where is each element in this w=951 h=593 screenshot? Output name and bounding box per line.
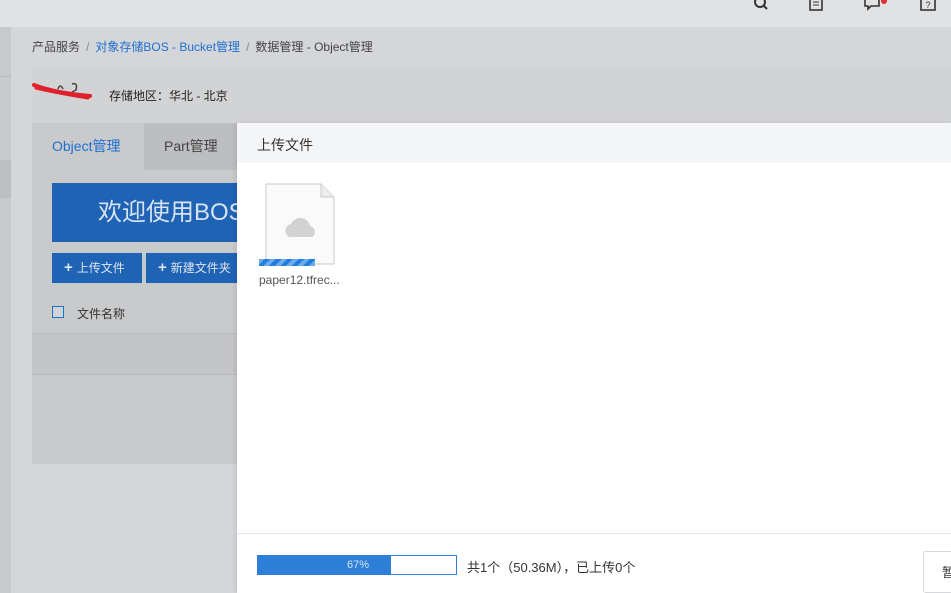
uploading-file-name: paper12.tfrec... xyxy=(259,273,340,287)
column-header-file-name: 文件名称 xyxy=(77,307,126,321)
upload-file-label: 上传文件 xyxy=(76,261,125,275)
redaction-mark xyxy=(32,80,94,102)
sidebar-item[interactable] xyxy=(0,160,11,198)
breadcrumb-separator: / xyxy=(246,40,250,54)
table-row[interactable] xyxy=(32,334,237,374)
left-sidebar xyxy=(0,27,11,593)
upload-dialog-title: 上传文件 xyxy=(257,137,313,153)
welcome-banner: 欢迎使用BOS xyxy=(52,183,237,242)
help-icon[interactable]: ? xyxy=(919,0,937,14)
select-all-checkbox[interactable] xyxy=(52,306,64,318)
file-thumbnail[interactable] xyxy=(265,183,335,265)
document-icon[interactable] xyxy=(807,0,825,14)
new-folder-button[interactable]: + 新建文件夹 xyxy=(146,253,237,283)
pause-button[interactable]: 暂 xyxy=(923,551,951,593)
total-upload-progress: 67% xyxy=(257,555,457,575)
breadcrumb-item-product-services[interactable]: 产品服务 xyxy=(32,40,80,54)
tab-part-management[interactable]: Part管理 xyxy=(144,123,237,170)
storage-region-label: 存储地区：华北 - 北京 xyxy=(109,89,228,103)
plus-icon: + xyxy=(64,259,73,276)
breadcrumb-separator: / xyxy=(86,40,90,54)
upload-file-button[interactable]: + 上传文件 xyxy=(52,253,142,283)
breadcrumb-item-bucket-management[interactable]: 对象存储BOS - Bucket管理 xyxy=(95,40,240,54)
breadcrumb-item-object-management: 数据管理 - Object管理 xyxy=(255,40,373,54)
file-upload-progress-bar xyxy=(259,259,315,266)
tab-object-management[interactable]: Object管理 xyxy=(32,123,144,170)
upload-dialog xyxy=(237,123,951,593)
message-icon[interactable] xyxy=(863,0,881,14)
plus-icon: + xyxy=(158,259,167,276)
sidebar-divider xyxy=(0,76,11,77)
breadcrumb: 产品服务 / 对象存储BOS - Bucket管理 / 数据管理 - Object管理 xyxy=(32,38,373,55)
progress-percent: 67% xyxy=(346,559,370,571)
svg-text:?: ? xyxy=(925,0,930,10)
table-divider xyxy=(32,374,237,375)
upload-summary: 共1个（50.36M），已上传0个 xyxy=(467,560,636,575)
new-folder-label: 新建文件夹 xyxy=(170,261,231,275)
search-icon[interactable] xyxy=(752,0,770,14)
upload-dialog-header xyxy=(237,123,951,163)
